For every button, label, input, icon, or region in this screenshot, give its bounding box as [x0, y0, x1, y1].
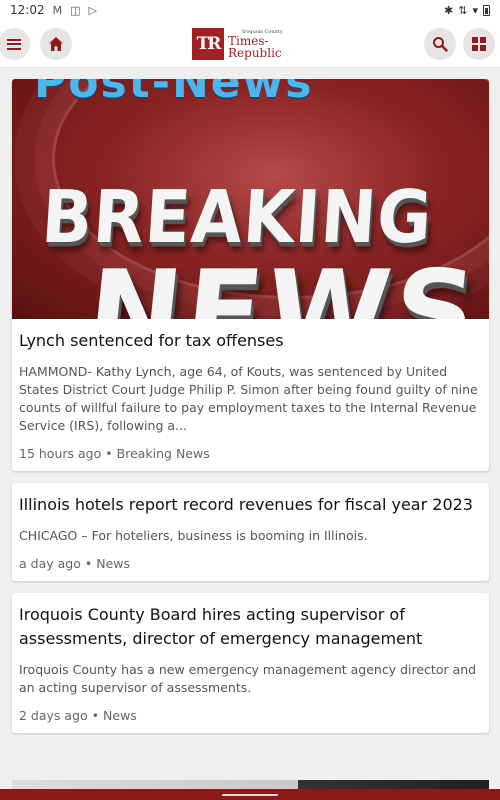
search-icon	[433, 37, 448, 52]
site-logo[interactable]: TR Iroquois County Times- Republic	[192, 28, 283, 60]
sections-grid-button[interactable]	[463, 28, 495, 60]
article-card[interactable]: Illinois hotels report record revenues f…	[12, 483, 489, 581]
battery-icon	[483, 4, 490, 16]
article-excerpt: CHICAGO – For hoteliers, business is boo…	[19, 528, 368, 543]
article-title[interactable]: Lynch sentenced for tax offenses	[19, 329, 482, 353]
app-bar: TR Iroquois County Times- Republic	[0, 20, 500, 68]
logo-mark: TR	[192, 28, 224, 60]
article-card[interactable]: Post-News BREAKING NEWS Lynch sentenced …	[12, 79, 489, 471]
article-time: a day ago	[19, 556, 81, 571]
article-card[interactable]: Iroquois County Board hires acting super…	[12, 593, 489, 733]
article-meta: 2 days ago • News	[19, 708, 137, 723]
home-button[interactable]	[40, 28, 72, 60]
article-time: 15 hours ago	[19, 446, 102, 461]
media-icon: ◫	[70, 3, 81, 17]
article-category: News	[103, 708, 137, 723]
article-title[interactable]: Iroquois County Board hires acting super…	[19, 603, 482, 651]
article-title[interactable]: Illinois hotels report record revenues f…	[19, 493, 482, 517]
article-category: Breaking News	[116, 446, 210, 461]
article-excerpt: HAMMOND- Kathy Lynch, age 64, of Kouts, …	[19, 364, 478, 433]
home-gesture-handle[interactable]	[222, 794, 278, 796]
article-excerpt: Iroquois County has a new emergency mana…	[19, 662, 477, 695]
home-icon	[49, 37, 63, 51]
logo-text: Iroquois County Times- Republic	[228, 28, 283, 60]
article-time: 2 days ago	[19, 708, 88, 723]
status-time: 12:02	[10, 3, 45, 17]
play-store-icon: ▷	[88, 3, 97, 17]
article-feed: Post-News BREAKING NEWS Lynch sentenced …	[12, 79, 489, 745]
status-bar: 12:02 M ◫ ▷ ✱ ⇅ ▾	[0, 0, 500, 20]
hamburger-menu-icon	[7, 36, 21, 52]
wifi-icon: ▾	[472, 3, 478, 17]
article-category: News	[96, 556, 130, 571]
article-meta: a day ago • News	[19, 556, 130, 571]
article-meta: 15 hours ago • Breaking News	[19, 446, 210, 461]
menu-button[interactable]	[0, 28, 30, 60]
search-button[interactable]	[424, 28, 456, 60]
grid-icon	[472, 37, 486, 51]
gmail-icon: M	[52, 3, 63, 17]
bluetooth-icon: ✱	[444, 3, 454, 17]
data-icon: ⇅	[458, 3, 468, 17]
article-hero-image: Post-News BREAKING NEWS	[12, 79, 489, 319]
